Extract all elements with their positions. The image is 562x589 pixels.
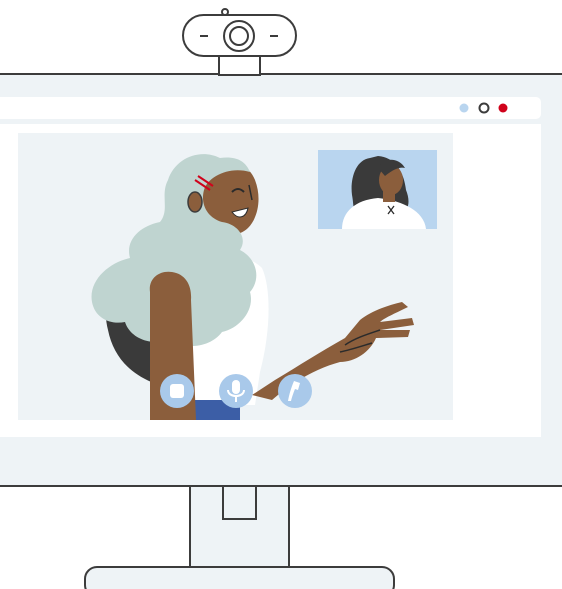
window-dot-red[interactable] — [498, 103, 508, 113]
self-view-pip[interactable] — [318, 150, 437, 229]
monitor-stand — [84, 485, 395, 589]
window-dot-light[interactable] — [459, 103, 469, 113]
call-controls — [160, 374, 312, 408]
video-call-illustration — [0, 0, 562, 589]
end-call-button[interactable] — [278, 374, 312, 408]
webcam-icon — [182, 8, 297, 76]
ear — [187, 191, 203, 213]
window-dot-outline[interactable] — [478, 102, 490, 114]
stop-icon — [170, 384, 184, 398]
